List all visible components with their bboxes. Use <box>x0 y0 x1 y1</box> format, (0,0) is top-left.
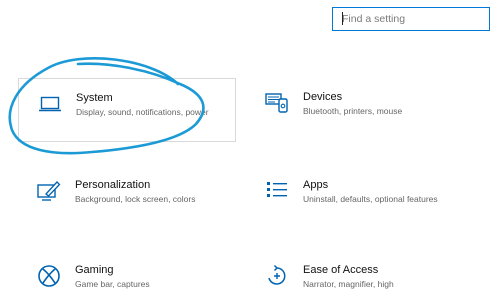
tile-devices[interactable]: Devices Bluetooth, printers, mouse <box>262 90 482 142</box>
tile-title: Ease of Access <box>303 264 379 276</box>
tile-description: Bluetooth, printers, mouse <box>303 106 403 116</box>
apps-icon <box>262 178 292 204</box>
tile-title: Apps <box>303 179 329 191</box>
devices-icon <box>262 90 292 116</box>
tile-description: Game bar, captures <box>75 279 150 289</box>
tile-apps[interactable]: Apps Uninstall, defaults, optional featu… <box>262 178 482 232</box>
text-cursor <box>342 12 343 25</box>
tile-title: Devices <box>303 91 343 103</box>
tile-title: Personalization <box>75 179 151 191</box>
tile-ease-of-access[interactable]: Ease of Access Narrator, magnifier, high <box>262 263 482 294</box>
tile-description: Background, lock screen, colors <box>75 194 196 204</box>
tile-personalization[interactable]: Personalization Background, lock screen,… <box>34 178 239 218</box>
tile-system[interactable]: System Display, sound, notifications, po… <box>18 78 236 142</box>
hand-drawn-circle-annotation <box>8 57 205 155</box>
tile-description: Narrator, magnifier, high <box>303 279 394 289</box>
settings-home: System Display, sound, notifications, po… <box>0 0 493 294</box>
search-box[interactable] <box>332 7 490 31</box>
ease-of-access-icon <box>262 263 292 289</box>
tile-gaming[interactable]: Gaming Game bar, captures <box>34 263 239 294</box>
xbox-icon <box>34 263 64 289</box>
tile-description: Display, sound, notifications, power <box>76 107 209 117</box>
tile-description: Uninstall, defaults, optional features <box>303 194 438 204</box>
search-input[interactable] <box>342 13 489 25</box>
personalization-icon <box>34 178 64 204</box>
tile-title: Gaming <box>75 264 114 276</box>
laptop-icon <box>35 91 65 117</box>
tile-title: System <box>76 92 113 104</box>
